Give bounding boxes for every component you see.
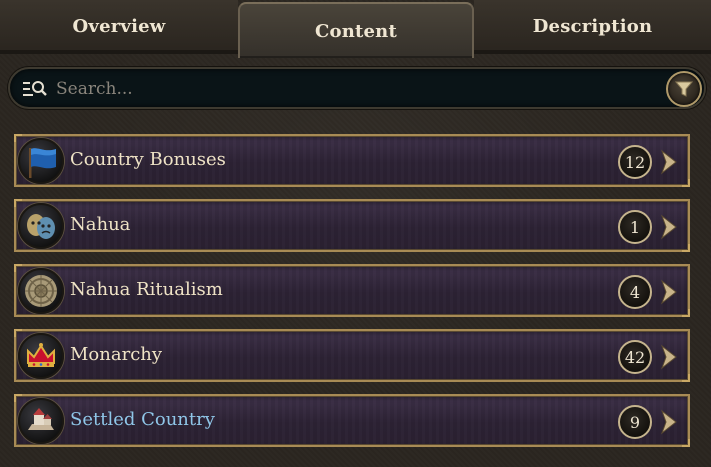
- list-item-monarchy[interactable]: Monarchy 42: [14, 329, 690, 382]
- blue-flag-icon: [18, 138, 64, 184]
- theatre-masks-icon: [18, 203, 64, 249]
- count-badge: 9: [618, 405, 652, 439]
- tab-content-label: Content: [315, 20, 397, 42]
- tab-bar: Overview Content Description: [0, 0, 711, 58]
- tab-description[interactable]: Description: [474, 0, 711, 54]
- list-item-nahua[interactable]: Nahua 1: [14, 199, 690, 252]
- list-item-label: Nahua: [70, 214, 131, 235]
- chevron-right-icon: [658, 344, 680, 370]
- count-badge: 1: [618, 210, 652, 244]
- chevron-right-icon: [658, 214, 680, 240]
- search-list-icon: [22, 79, 48, 99]
- tab-content[interactable]: Content: [238, 2, 474, 58]
- list-item-label: Nahua Ritualism: [70, 279, 223, 300]
- count-badge: 42: [618, 340, 652, 374]
- list-item-settled-country[interactable]: Settled Country 9: [14, 394, 690, 447]
- tab-overview-label: Overview: [72, 15, 166, 37]
- list-item-label: Settled Country: [70, 409, 215, 430]
- crown-icon: [18, 333, 64, 379]
- list-item-nahua-ritualism[interactable]: Nahua Ritualism 4: [14, 264, 690, 317]
- list-item-country-bonuses[interactable]: Country Bonuses 12: [14, 134, 690, 187]
- chevron-right-icon: [658, 279, 680, 305]
- funnel-icon: [675, 81, 693, 97]
- count-badge: 12: [618, 145, 652, 179]
- chevron-right-icon: [658, 409, 680, 435]
- search-input[interactable]: [56, 75, 656, 103]
- tab-description-label: Description: [532, 15, 653, 37]
- count-badge: 4: [618, 275, 652, 309]
- list-item-label: Monarchy: [70, 344, 163, 365]
- settlement-icon: [18, 398, 64, 444]
- list-item-label: Country Bonuses: [70, 149, 226, 170]
- aztec-calendar-icon: [18, 268, 64, 314]
- filter-button[interactable]: [666, 71, 702, 107]
- search-bar: [8, 67, 706, 109]
- tab-overview[interactable]: Overview: [0, 0, 238, 54]
- chevron-right-icon: [658, 149, 680, 175]
